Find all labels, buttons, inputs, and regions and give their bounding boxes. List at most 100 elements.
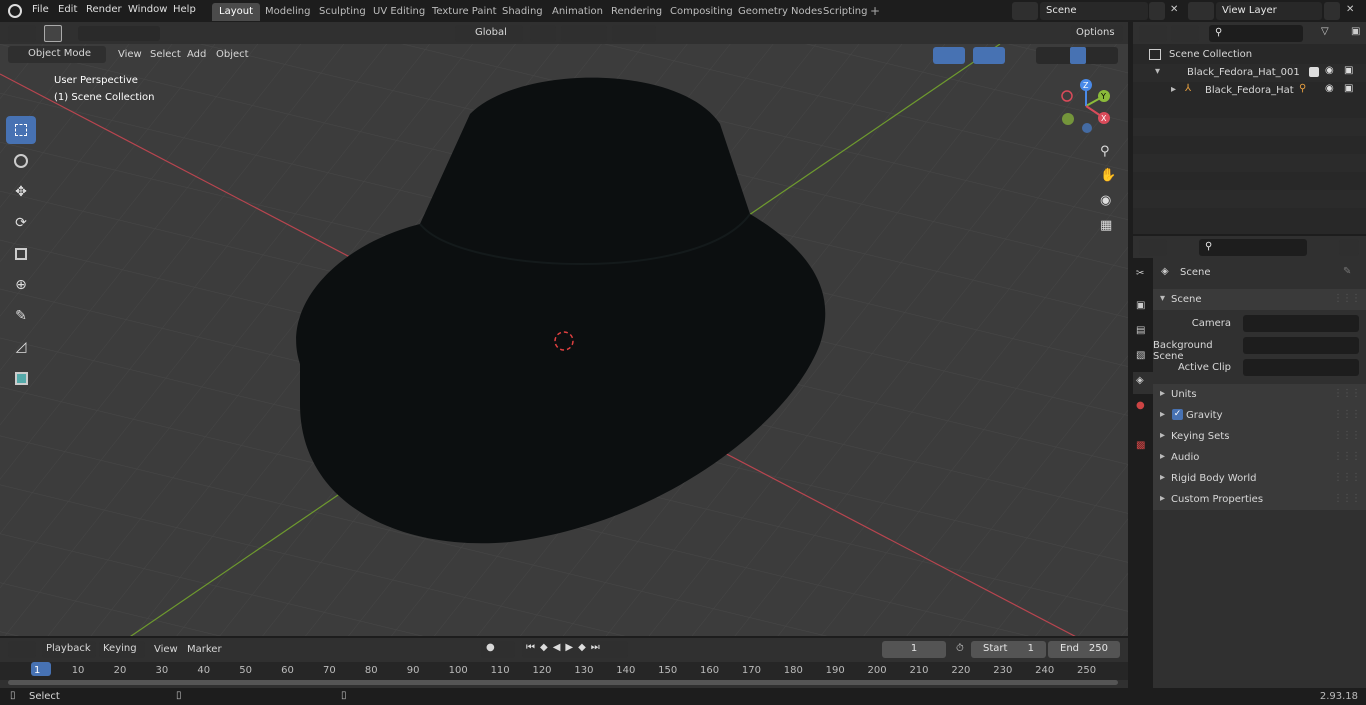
- view-layer-browse-icon[interactable]: [1188, 2, 1214, 20]
- eye-icon[interactable]: ◉: [1325, 65, 1334, 76]
- units-panel[interactable]: ▸ Units ⋮⋮⋮: [1153, 384, 1366, 405]
- background-scene-field[interactable]: [1243, 337, 1359, 354]
- menu-view[interactable]: View: [118, 49, 142, 60]
- rotate-tool-icon[interactable]: ⟳: [6, 209, 36, 237]
- timer-icon[interactable]: ⏱: [956, 643, 964, 654]
- new-scene-icon[interactable]: [1149, 2, 1165, 20]
- active-clip-field[interactable]: [1243, 359, 1359, 376]
- options-dropdown[interactable]: Options: [1071, 25, 1123, 42]
- delete-scene-icon[interactable]: ✕: [1170, 4, 1178, 15]
- shading-mode-buttons[interactable]: [1036, 47, 1118, 64]
- filter-icon[interactable]: ▽: [1321, 26, 1329, 37]
- eye-icon[interactable]: ◉: [1325, 83, 1334, 94]
- menu-add[interactable]: Add: [187, 49, 206, 60]
- view-layer-tab-icon[interactable]: ▧: [1136, 350, 1145, 361]
- pivot-point-icon[interactable]: [530, 25, 556, 42]
- tab-compositing[interactable]: Compositing: [663, 3, 740, 21]
- playback-dropdown[interactable]: Playback: [42, 641, 96, 658]
- selection-mode-buttons[interactable]: [78, 26, 160, 41]
- menu-render[interactable]: Render: [86, 4, 122, 15]
- add-cube-tool-icon[interactable]: [6, 364, 36, 392]
- tab-animation[interactable]: Animation: [545, 3, 610, 21]
- outliner-search-input[interactable]: ⚲: [1209, 25, 1303, 42]
- scene-tab-icon[interactable]: ◈: [1133, 372, 1153, 394]
- properties-editor-type-icon[interactable]: [1139, 239, 1167, 256]
- outliner-item-label[interactable]: Black_Fedora_Hat: [1205, 85, 1294, 96]
- world-tab-icon[interactable]: ●: [1136, 400, 1145, 411]
- tab-layout[interactable]: Layout: [212, 3, 260, 21]
- keying-sets-panel[interactable]: ▸ Keying Sets ⋮⋮⋮: [1153, 426, 1366, 447]
- scene-panel-header[interactable]: ▾ Scene ⋮⋮⋮: [1153, 289, 1366, 310]
- playback-controls[interactable]: ⏮◆◀▶◆⏭: [522, 641, 628, 658]
- pan-hand-icon[interactable]: ✋: [1100, 168, 1116, 183]
- outliner-item-label[interactable]: Black_Fedora_Hat_001: [1187, 67, 1300, 78]
- gizmo-toggle-icon[interactable]: [933, 47, 965, 64]
- camera-render-icon[interactable]: ▣: [1344, 65, 1353, 76]
- timeline-editor-type-icon[interactable]: [8, 641, 36, 658]
- timeline-menu-marker[interactable]: Marker: [187, 644, 222, 655]
- snap-icon[interactable]: [561, 25, 607, 42]
- proportional-edit-icon[interactable]: [612, 25, 656, 42]
- transform-orientation-dropdown[interactable]: Global: [455, 25, 523, 42]
- tab-geometry-nodes[interactable]: Geometry Nodes: [731, 3, 829, 21]
- properties-search-input[interactable]: ⚲: [1199, 239, 1307, 256]
- 3d-viewport[interactable]: User Perspective (1) Scene Collection ✥ …: [0, 44, 1128, 636]
- expand-chevron-icon[interactable]: ▾: [1155, 66, 1160, 77]
- menu-window[interactable]: Window: [128, 4, 167, 15]
- expand-chevron-icon[interactable]: ▸: [1171, 84, 1176, 95]
- select-box-tool-icon[interactable]: [6, 116, 36, 144]
- outliner-editor-type-icon[interactable]: [1139, 25, 1167, 42]
- scene-browse-icon[interactable]: [1012, 2, 1038, 20]
- camera-render-icon[interactable]: ▣: [1344, 83, 1353, 94]
- outliner-row[interactable]: ▾ Black_Fedora_Hat_001 ◉ ▣: [1133, 64, 1366, 82]
- transform-tool-icon[interactable]: ⊕: [6, 271, 36, 299]
- menu-file[interactable]: File: [32, 4, 49, 15]
- outliner-scene-collection[interactable]: Scene Collection: [1133, 46, 1366, 64]
- annotate-tool-icon[interactable]: ✎: [6, 302, 36, 330]
- start-frame-field[interactable]: Start 1: [971, 641, 1046, 658]
- menu-edit[interactable]: Edit: [58, 4, 77, 15]
- material-preview-icon[interactable]: [1070, 47, 1086, 64]
- custom-properties-panel[interactable]: ▸ Custom Properties ⋮⋮⋮: [1153, 489, 1366, 510]
- gravity-panel[interactable]: ▸ ✓ Gravity ⋮⋮⋮: [1153, 405, 1366, 426]
- tab-sculpting[interactable]: Sculpting: [312, 3, 373, 21]
- menu-help[interactable]: Help: [173, 4, 196, 15]
- add-workspace-icon[interactable]: +: [870, 4, 880, 18]
- fedora-hat-mesh[interactable]: [0, 44, 1128, 636]
- timeline-menu-view[interactable]: View: [154, 644, 178, 655]
- exclude-checkbox[interactable]: [1309, 67, 1319, 77]
- timeline-scrollbar[interactable]: [8, 680, 1118, 685]
- tool-tab-icon[interactable]: ✂: [1136, 268, 1144, 279]
- output-tab-icon[interactable]: ▤: [1136, 325, 1145, 336]
- keying-dropdown[interactable]: Keying: [99, 641, 145, 658]
- select-tool-icon[interactable]: [44, 25, 62, 42]
- collapse-chevron-icon[interactable]: ▾: [1160, 293, 1165, 304]
- scale-tool-icon[interactable]: [6, 240, 36, 268]
- tab-rendering[interactable]: Rendering: [604, 3, 669, 21]
- ortho-grid-icon[interactable]: ▦: [1100, 218, 1112, 233]
- texture-tab-icon[interactable]: ▩: [1136, 440, 1145, 451]
- outliner-row[interactable]: ▸ ⅄ Black_Fedora_Hat ⚲ ◉ ▣: [1133, 82, 1366, 100]
- tab-modeling[interactable]: Modeling: [258, 3, 318, 21]
- overlay-toggle-icon[interactable]: [973, 47, 1005, 64]
- view-layer-field[interactable]: View Layer: [1216, 2, 1322, 20]
- render-tab-icon[interactable]: ▣: [1136, 300, 1145, 311]
- zoom-icon[interactable]: ⚲: [1100, 144, 1110, 159]
- editor-type-icon[interactable]: [8, 25, 36, 42]
- menu-select[interactable]: Select: [150, 49, 181, 60]
- timeline[interactable]: Playback Keying View Marker ● ⏮◆◀▶◆⏭ 1 ⏱…: [0, 638, 1128, 688]
- cursor-tool-icon[interactable]: [6, 147, 36, 175]
- tab-scripting[interactable]: Scripting: [816, 3, 874, 21]
- visibility-icon[interactable]: [903, 47, 929, 64]
- menu-object[interactable]: Object: [216, 49, 249, 60]
- measure-tool-icon[interactable]: ◿: [6, 333, 36, 361]
- rigid-body-world-panel[interactable]: ▸ Rigid Body World ⋮⋮⋮: [1153, 468, 1366, 489]
- camera-view-icon[interactable]: ◉: [1100, 193, 1111, 208]
- new-collection-icon[interactable]: ▣: [1351, 26, 1360, 37]
- object-mode-dropdown[interactable]: Object Mode: [8, 46, 106, 63]
- navigation-gizmo[interactable]: Z Y X: [1056, 76, 1116, 136]
- blender-logo-icon[interactable]: [8, 4, 22, 18]
- gravity-checkbox[interactable]: ✓: [1172, 409, 1183, 420]
- new-view-layer-icon[interactable]: [1324, 2, 1340, 20]
- properties-options-icon[interactable]: [1339, 239, 1359, 256]
